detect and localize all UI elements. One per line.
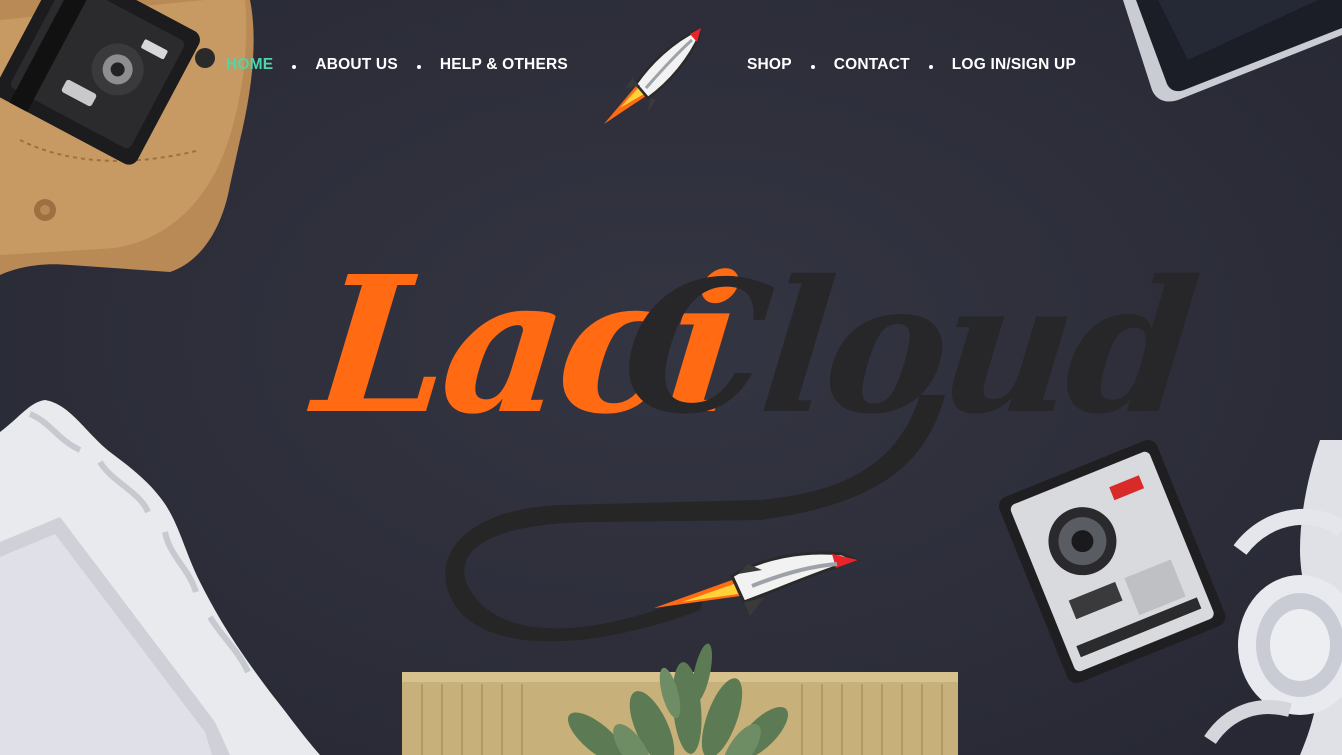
nav-separator-dot [810, 65, 815, 69]
nav-about-us-link[interactable]: ABOUT US [315, 56, 398, 74]
plant-box-prop [402, 643, 958, 755]
vintage-camera-prop [0, 0, 254, 275]
headphones-prop [1204, 440, 1342, 755]
nav-home-link[interactable]: HOME [226, 56, 273, 74]
picture-frame-prop [0, 400, 320, 755]
rocket-icon [604, 28, 702, 124]
nav-left: HOME ABOUT US HELP & OTHERS [226, 54, 568, 76]
nav-contact-link[interactable]: CONTACT [834, 56, 910, 74]
nav-shop-link[interactable]: SHOP [747, 56, 792, 74]
nav-logo-link[interactable] [598, 26, 708, 130]
nav-separator-dot [416, 65, 421, 69]
rocket-icon [654, 551, 861, 616]
nav-help-others-link[interactable]: HELP & OTHERS [440, 56, 568, 74]
tablet-prop [1123, 0, 1342, 102]
nav-right: SHOP CONTACT LOG IN/SIGN UP [747, 54, 1076, 76]
nav-separator-dot [928, 65, 933, 69]
brand-word-cloud: Cloud [613, 240, 1202, 454]
nav-login-signup-link[interactable]: LOG IN/SIGN UP [952, 56, 1076, 74]
hero-page: Laci Cloud HOME ABOUT US HELP & OTHERS S… [0, 0, 1342, 755]
nav-separator-dot [292, 65, 297, 69]
